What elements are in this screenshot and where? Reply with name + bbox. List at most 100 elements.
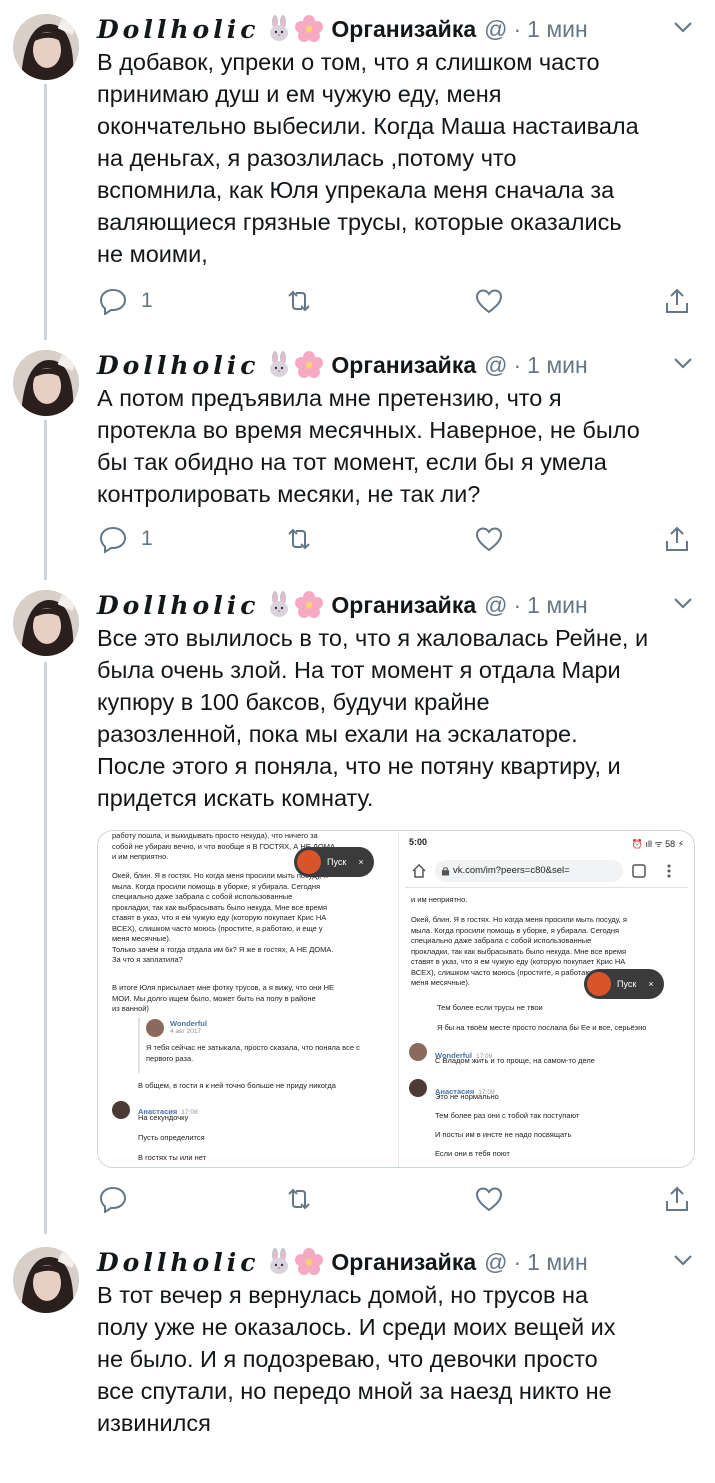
tweet-media[interactable]: работу пошла, и выкидывать просто некуда…	[97, 830, 695, 1168]
display-name[interactable]: Организайка	[331, 1249, 476, 1276]
text-line: В итоге Юля присылает мне фотку трусов, …	[112, 983, 335, 992]
reply-icon	[99, 526, 127, 553]
text-line: Пусть определится	[138, 1133, 205, 1142]
display-name-script[interactable]: Dollholic	[97, 351, 259, 380]
text-line: За что я заплатила?	[112, 955, 183, 964]
text-line: работу пошла, и выкидывать просто некуда…	[112, 831, 318, 840]
tweet[interactable]: Dollholic Организайка @ · 1 мин В тот ве…	[0, 1245, 715, 1475]
reply-button[interactable]	[99, 1184, 141, 1214]
like-button[interactable]	[475, 286, 503, 316]
tweet-actions: 1	[97, 524, 697, 558]
text-line: и им неприятно.	[411, 895, 468, 904]
status-icons: ⏰ ıll ᯤ 58 ⚡	[631, 839, 684, 849]
reply-count: 1	[141, 527, 153, 550]
avatar[interactable]	[13, 14, 79, 80]
chevron-down-icon[interactable]	[673, 596, 693, 610]
user-handle[interactable]: @	[484, 352, 507, 379]
avatar	[409, 1043, 427, 1061]
text-line: ставят в указ, что я ем чужую еду (котор…	[112, 913, 327, 922]
reply-button[interactable]: 1	[99, 524, 153, 554]
tweet-text: А потом предъявила мне претензию, что я …	[97, 385, 640, 507]
avatar-photo	[13, 1247, 79, 1313]
retweet-icon	[288, 290, 310, 312]
lock-icon	[441, 867, 450, 876]
cherry-blossom-emoji-icon	[295, 1248, 324, 1276]
avatar	[112, 1101, 130, 1119]
tweet[interactable]: Dollholic Организайка @ · 1 мин Все это …	[0, 588, 715, 1228]
url-text: vk.com/im?peers=c80&sel=	[453, 865, 570, 876]
reply-button[interactable]: 1	[99, 286, 153, 316]
address-bar[interactable]: vk.com/im?peers=c80&sel=	[435, 860, 623, 882]
display-name-script[interactable]: Dollholic	[97, 15, 259, 44]
display-name-script[interactable]: Dollholic	[97, 591, 259, 620]
rabbit-emoji-icon	[265, 1248, 293, 1276]
text-line: Тем более раз они с тобой так поступают	[435, 1111, 580, 1120]
text-line: специально даже забрала с собой использо…	[112, 892, 293, 901]
tweet-actions: 1	[97, 286, 697, 320]
retweet-button[interactable]	[285, 1184, 313, 1214]
chevron-down-icon[interactable]	[673, 1253, 693, 1267]
record-label: Пуск	[327, 857, 347, 867]
quote-bar	[138, 1017, 140, 1073]
separator-dot: ·	[513, 591, 522, 618]
tweet-header: Dollholic Организайка @ · 1 мин	[97, 12, 697, 46]
reply-count: 1	[141, 289, 153, 312]
tweet-actions	[97, 1184, 697, 1218]
retweet-button[interactable]	[285, 524, 313, 554]
avatar[interactable]	[13, 350, 79, 416]
like-button[interactable]	[475, 524, 503, 554]
text-line: Если они в тебя поют	[435, 1149, 510, 1158]
text-line: меня месячные).	[112, 934, 171, 943]
avatar	[146, 1019, 164, 1037]
reply-icon	[99, 1186, 127, 1213]
share-icon	[666, 1186, 688, 1211]
tweet[interactable]: Dollholic Организайка @ · 1 мин А потом …	[0, 348, 715, 568]
screen-recorder-widget[interactable]: Пуск ×	[294, 847, 374, 877]
tweet[interactable]: Dollholic Организайка @ · 1 мин В добаво…	[0, 12, 715, 332]
user-handle[interactable]: @	[484, 592, 507, 619]
tabs-icon[interactable]	[631, 863, 647, 879]
chevron-down-icon[interactable]	[673, 20, 693, 34]
cherry-blossom-emoji-icon	[295, 15, 324, 43]
display-name[interactable]: Организайка	[331, 16, 476, 43]
avatar[interactable]	[13, 1247, 79, 1313]
close-icon[interactable]: ×	[358, 857, 363, 867]
text-line: Тем более если трусы не твои	[437, 1003, 543, 1012]
more-vertical-icon[interactable]	[661, 863, 677, 879]
tweet-time[interactable]: 1 мин	[527, 1249, 588, 1276]
user-handle[interactable]: @	[484, 1249, 507, 1276]
media-image-left[interactable]: работу пошла, и выкидывать просто некуда…	[98, 831, 399, 1167]
like-button[interactable]	[475, 1184, 503, 1214]
home-icon[interactable]	[411, 863, 427, 879]
display-name-script[interactable]: Dollholic	[97, 1248, 259, 1277]
text-line: из ванной)	[112, 1004, 149, 1013]
share-icon	[666, 288, 688, 313]
share-button[interactable]	[663, 1184, 691, 1214]
display-name[interactable]: Организайка	[331, 592, 476, 619]
text-line: мыла. Когда просили помощь в уборке, я у…	[112, 881, 321, 891]
tweet-time[interactable]: 1 мин	[527, 16, 588, 43]
chevron-down-icon[interactable]	[673, 356, 693, 370]
close-icon[interactable]: ×	[648, 979, 653, 989]
status-bar: 5:00 ⏰ ıll ᯤ 58 ⚡	[409, 837, 684, 851]
tweet-time[interactable]: 1 мин	[527, 352, 588, 379]
text-line: МОИ. Мы долго ищем было, может быть на п…	[112, 993, 316, 1003]
tweet-time[interactable]: 1 мин	[527, 592, 588, 619]
user-handle[interactable]: @	[484, 16, 507, 43]
avatar-photo	[13, 14, 79, 80]
separator-dot: ·	[513, 1248, 522, 1275]
share-button[interactable]	[663, 524, 691, 554]
text-line: Это не нормально	[435, 1092, 499, 1101]
text-line: На секундочку	[138, 1113, 189, 1122]
media-image-right[interactable]: 5:00 ⏰ ıll ᯤ 58 ⚡ vk.com/im?peers=c80&se…	[399, 831, 694, 1167]
separator-dot: ·	[513, 15, 522, 42]
record-icon	[587, 972, 611, 996]
avatar[interactable]	[13, 590, 79, 656]
screen-recorder-widget[interactable]: Пуск ×	[584, 969, 664, 999]
display-name[interactable]: Организайка	[331, 352, 476, 379]
retweet-button[interactable]	[285, 286, 313, 316]
tweet-header: Dollholic Организайка @ · 1 мин	[97, 588, 697, 622]
share-button[interactable]	[663, 286, 691, 316]
text-line: первого раза.	[146, 1053, 194, 1063]
avatar-photo	[13, 350, 79, 416]
